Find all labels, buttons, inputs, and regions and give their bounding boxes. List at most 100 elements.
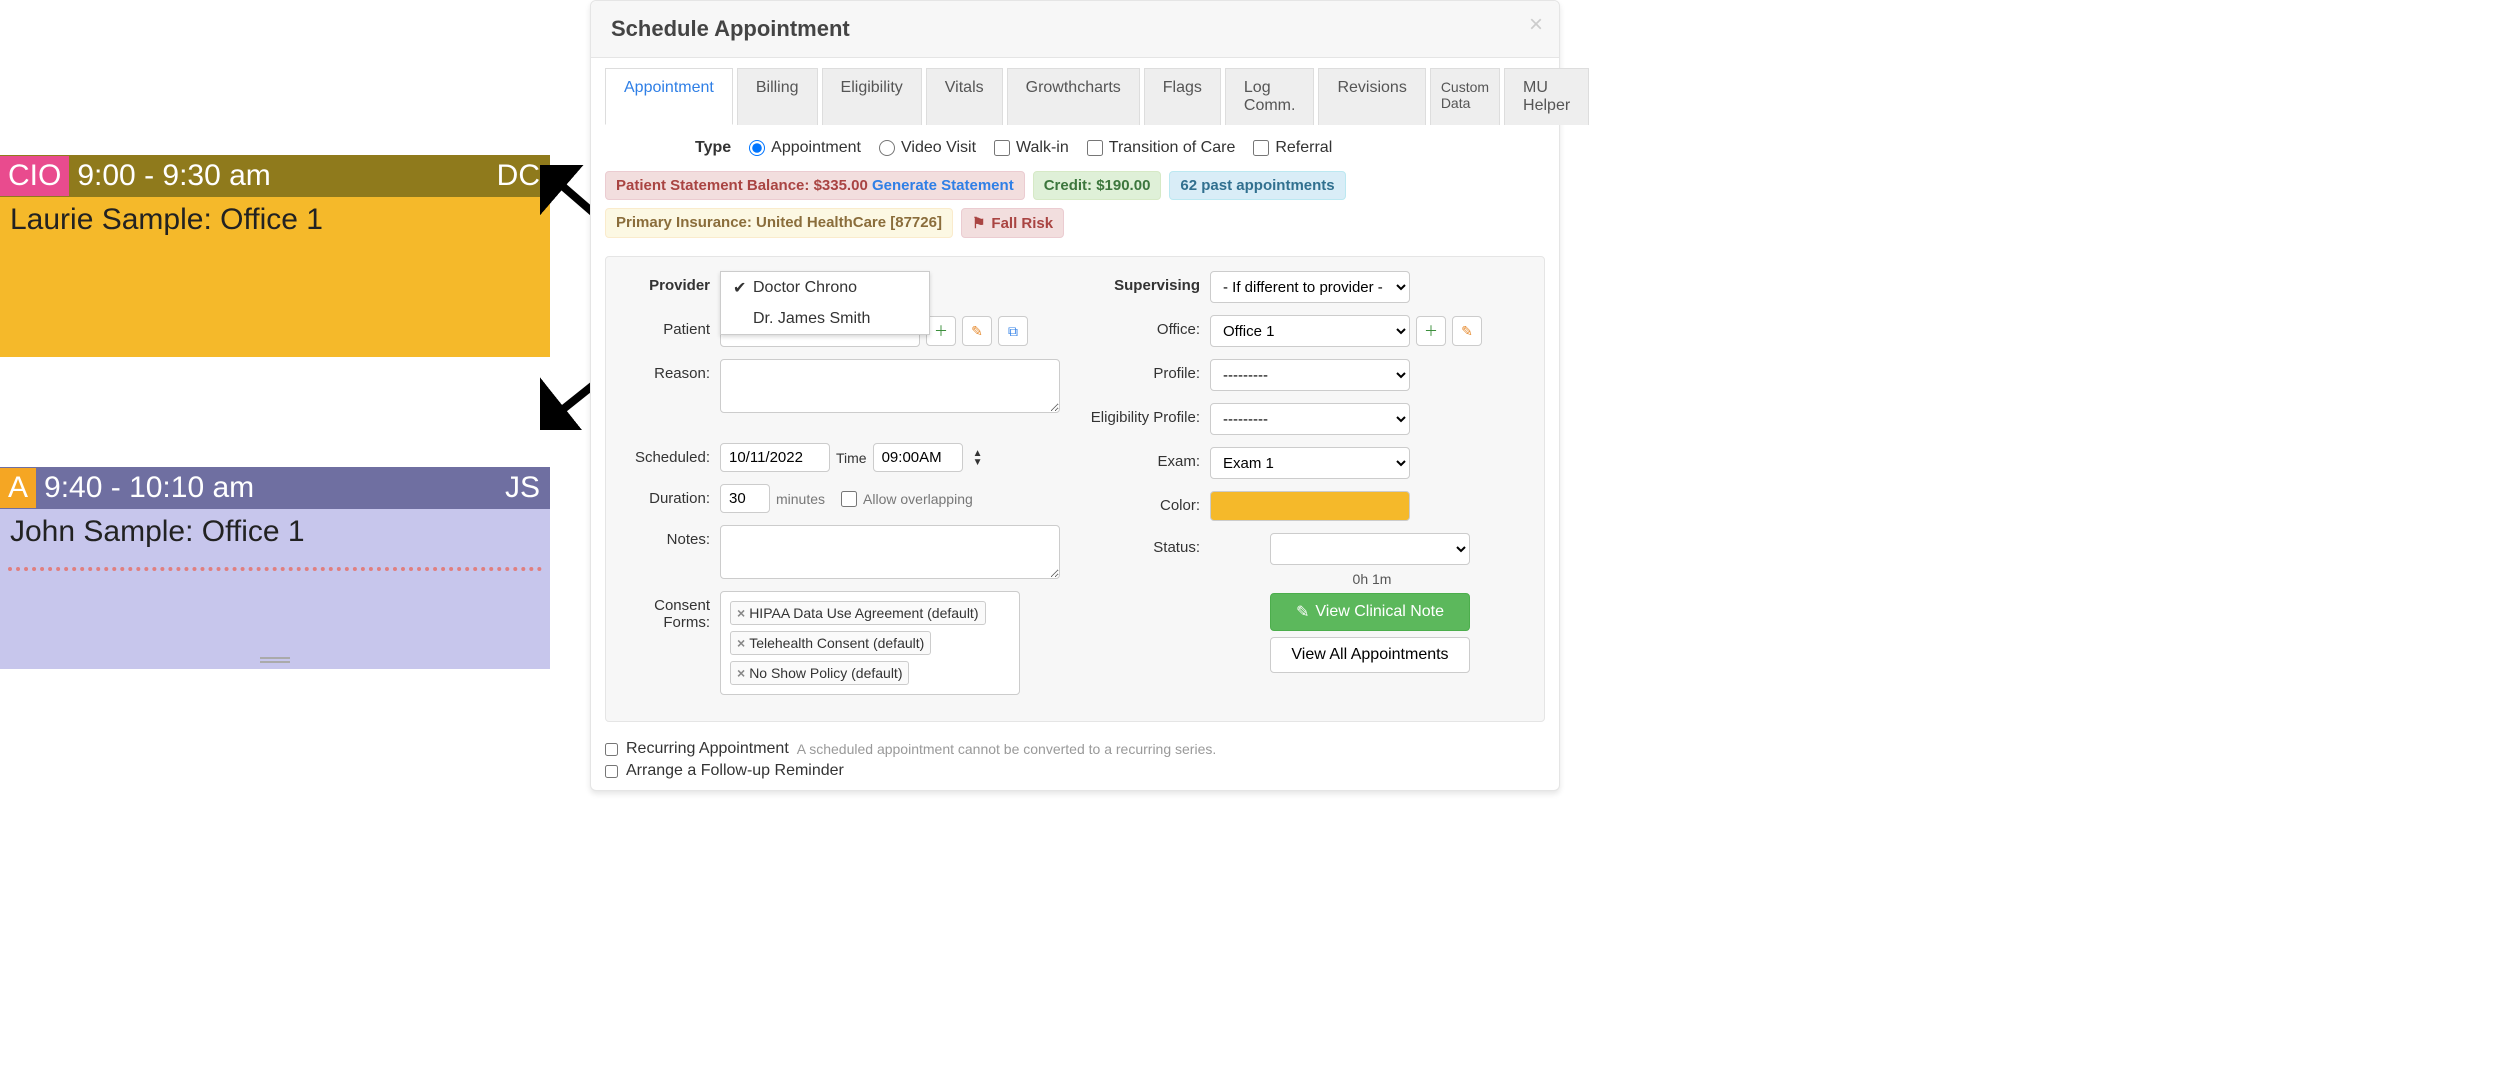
open-patient-button[interactable]: ⧉ — [998, 316, 1028, 346]
supervising-select[interactable]: - If different to provider - — [1210, 271, 1410, 303]
flag-icon: ⚑ — [972, 214, 985, 232]
scheduled-time-input[interactable] — [873, 443, 963, 472]
office-label: Office: — [1090, 315, 1200, 338]
consent-forms-box[interactable]: ×HIPAA Data Use Agreement (default) ×Tel… — [720, 591, 1020, 695]
appointment-header: A 9:40 - 10:10 am JS — [0, 467, 550, 509]
edit-patient-button[interactable]: ✎ — [962, 316, 992, 346]
scheduled-date-input[interactable] — [720, 443, 830, 472]
tab-revisions[interactable]: Revisions — [1318, 68, 1425, 125]
reason-label: Reason: — [620, 359, 710, 382]
plus-icon: ＋ — [934, 321, 948, 341]
external-link-icon: ⧉ — [1008, 323, 1018, 340]
profile-label: Profile: — [1090, 359, 1200, 382]
profile-select[interactable]: --------- — [1210, 359, 1410, 391]
check-icon: ✔ — [733, 278, 747, 298]
allow-overlapping-check[interactable]: Allow overlapping — [841, 491, 973, 507]
bottom-options: Recurring Appointment A scheduled appoin… — [591, 730, 1559, 790]
consent-tag: ×No Show Policy (default) — [730, 661, 909, 685]
provider-initials: DC — [497, 159, 550, 193]
edit-office-button[interactable]: ✎ — [1452, 316, 1482, 346]
recurring-check[interactable] — [605, 743, 618, 756]
appointment-header: CIO 9:00 - 9:30 am DC — [0, 155, 550, 197]
appointment-time: 9:40 - 10:10 am — [36, 471, 505, 505]
generate-statement-link[interactable]: Generate Statement — [872, 177, 1014, 194]
notes-textarea[interactable] — [720, 525, 1060, 579]
modal-title: Schedule Appointment — [611, 16, 1539, 42]
remove-icon[interactable]: × — [737, 665, 745, 681]
schedule-appointment-modal: Schedule Appointment × Appointment Billi… — [590, 0, 1560, 791]
edit-icon: ✎ — [1296, 602, 1309, 622]
provider-option-chrono[interactable]: ✔Doctor Chrono — [721, 272, 929, 304]
tab-appointment[interactable]: Appointment — [605, 68, 733, 125]
view-all-appointments-button[interactable]: View All Appointments — [1270, 637, 1470, 673]
duration-input[interactable] — [720, 484, 770, 513]
notes-label: Notes: — [620, 525, 710, 548]
remove-icon[interactable]: × — [737, 605, 745, 621]
add-office-button[interactable]: ＋ — [1416, 316, 1446, 346]
appointment-body: John Sample: Office 1 — [0, 509, 550, 669]
appointment-body: Laurie Sample: Office 1 — [0, 197, 550, 357]
tab-billing[interactable]: Billing — [737, 68, 818, 125]
type-referral-check[interactable]: Referral — [1253, 139, 1332, 157]
status-select[interactable] — [1270, 533, 1470, 565]
type-video-radio[interactable]: Video Visit — [879, 139, 976, 157]
type-walkin-check[interactable]: Walk-in — [994, 139, 1069, 157]
color-picker[interactable] — [1210, 491, 1410, 521]
color-label: Color: — [1090, 491, 1200, 514]
appointment-block-1[interactable]: CIO 9:00 - 9:30 am DC Laurie Sample: Off… — [0, 155, 550, 357]
tab-log-comm[interactable]: Log Comm. — [1225, 68, 1315, 125]
modal-header: Schedule Appointment × — [591, 1, 1559, 58]
type-appointment-radio[interactable]: Appointment — [749, 139, 861, 157]
close-icon[interactable]: × — [1529, 11, 1543, 39]
exam-label: Exam: — [1090, 447, 1200, 470]
type-label: Type — [695, 139, 731, 157]
pencil-icon: ✎ — [1461, 323, 1473, 340]
add-patient-button[interactable]: ＋ — [926, 316, 956, 346]
exam-select[interactable]: Exam 1 — [1210, 447, 1410, 479]
tab-eligibility[interactable]: Eligibility — [822, 68, 922, 125]
duration-label: Duration: — [620, 484, 710, 507]
tab-vitals[interactable]: Vitals — [926, 68, 1003, 125]
appointment-block-2[interactable]: A 9:40 - 10:10 am JS John Sample: Office… — [0, 467, 550, 669]
statement-balance-badge: Patient Statement Balance: $335.00 Gener… — [605, 171, 1025, 200]
tab-flags[interactable]: Flags — [1144, 68, 1221, 125]
time-label: Time — [836, 450, 867, 466]
primary-insurance-badge: Primary Insurance: United HealthCare [87… — [605, 208, 953, 238]
followup-check[interactable] — [605, 765, 618, 778]
tab-growthcharts[interactable]: Growthcharts — [1007, 68, 1140, 125]
scheduled-label: Scheduled: — [620, 443, 710, 466]
time-spinner[interactable]: ▲▼ — [973, 449, 983, 467]
chevron-down-icon: ▼ — [973, 458, 983, 467]
status-badge: CIO — [0, 156, 69, 196]
tab-bar: Appointment Billing Eligibility Vitals G… — [591, 58, 1559, 125]
status-elapsed: 0h 1m — [1349, 571, 1392, 587]
consent-tag: ×HIPAA Data Use Agreement (default) — [730, 601, 986, 625]
provider-initials: JS — [505, 471, 550, 505]
remove-icon[interactable]: × — [737, 635, 745, 651]
minutes-label: minutes — [776, 491, 825, 507]
eligibility-profile-label: Eligibility Profile: — [1090, 403, 1200, 426]
tab-mu-helper[interactable]: MU Helper — [1504, 68, 1589, 125]
patient-info-badges: Patient Statement Balance: $335.00 Gener… — [591, 171, 1559, 248]
provider-label: Provider — [620, 271, 710, 294]
reason-textarea[interactable] — [720, 359, 1060, 413]
provider-dropdown: ✔Doctor Chrono Dr. James Smith — [720, 271, 930, 335]
resize-handle[interactable] — [260, 657, 290, 663]
view-clinical-note-button[interactable]: ✎View Clinical Note — [1270, 593, 1470, 631]
plus-icon: ＋ — [1424, 321, 1438, 341]
fall-risk-flag: ⚑Fall Risk — [961, 208, 1064, 238]
consent-label: Consent Forms: — [620, 591, 710, 631]
patient-label: Patient — [620, 315, 710, 338]
tab-custom-data[interactable]: Custom Data — [1430, 68, 1500, 125]
supervising-label: Supervising — [1090, 271, 1200, 294]
type-toc-check[interactable]: Transition of Care — [1087, 139, 1236, 157]
status-label: Status: — [1090, 533, 1200, 556]
eligibility-profile-select[interactable]: --------- — [1210, 403, 1410, 435]
provider-option-smith[interactable]: Dr. James Smith — [721, 304, 929, 334]
credit-badge: Credit: $190.00 — [1033, 171, 1162, 200]
calendar-sidebar: CIO 9:00 - 9:30 am DC Laurie Sample: Off… — [0, 155, 550, 674]
office-select[interactable]: Office 1 — [1210, 315, 1410, 347]
pencil-icon: ✎ — [971, 323, 983, 340]
past-appointments-badge[interactable]: 62 past appointments — [1169, 171, 1345, 200]
consent-tag: ×Telehealth Consent (default) — [730, 631, 931, 655]
